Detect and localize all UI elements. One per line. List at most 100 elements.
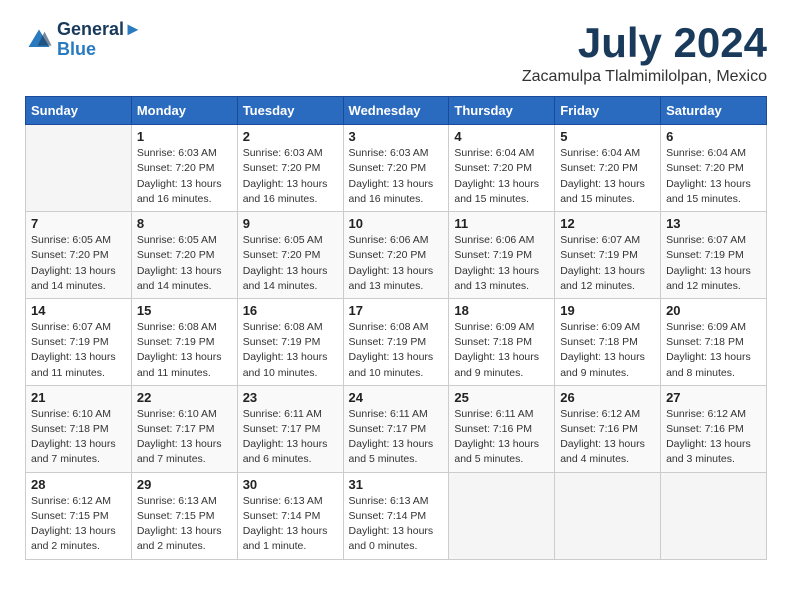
logo: General► Blue — [25, 20, 142, 60]
day-cell: 10 Sunrise: 6:06 AMSunset: 7:20 PMDayligh… — [343, 212, 449, 299]
day-number: 8 — [137, 216, 232, 231]
day-cell: 25 Sunrise: 6:11 AMSunset: 7:16 PMDayligh… — [449, 385, 555, 472]
day-info: Sunrise: 6:03 AMSunset: 7:20 PMDaylight:… — [243, 146, 338, 207]
day-cell: 4 Sunrise: 6:04 AMSunset: 7:20 PMDaylight… — [449, 125, 555, 212]
title-section: July 2024 Zacamulpa Tlalmimilolpan, Mexi… — [522, 20, 767, 86]
day-info: Sunrise: 6:09 AMSunset: 7:18 PMDaylight:… — [560, 320, 655, 381]
day-cell — [555, 472, 661, 559]
day-number: 31 — [349, 477, 444, 492]
day-cell: 27 Sunrise: 6:12 AMSunset: 7:16 PMDayligh… — [661, 385, 767, 472]
day-info: Sunrise: 6:13 AMSunset: 7:14 PMDaylight:… — [349, 494, 444, 555]
day-cell: 30 Sunrise: 6:13 AMSunset: 7:14 PMDayligh… — [237, 472, 343, 559]
day-cell: 9Sunrise: 6:05 AMSunset: 7:20 PMDaylight… — [237, 212, 343, 299]
day-number: 7 — [31, 216, 126, 231]
day-cell: 20 Sunrise: 6:09 AMSunset: 7:18 PMDayligh… — [661, 298, 767, 385]
day-number: 22 — [137, 390, 232, 405]
week-row-4: 21 Sunrise: 6:10 AMSunset: 7:18 PMDayligh… — [26, 385, 767, 472]
day-info: Sunrise: 6:13 AMSunset: 7:14 PMDaylight:… — [243, 494, 338, 555]
day-cell: 12 Sunrise: 6:07 AMSunset: 7:19 PMDayligh… — [555, 212, 661, 299]
day-number: 5 — [560, 129, 655, 144]
day-info: Sunrise: 6:12 AMSunset: 7:15 PMDaylight:… — [31, 494, 126, 555]
day-cell: 23 Sunrise: 6:11 AMSunset: 7:17 PMDayligh… — [237, 385, 343, 472]
day-info: Sunrise: 6:07 AMSunset: 7:19 PMDaylight:… — [666, 233, 761, 294]
week-row-2: 7 Sunrise: 6:05 AMSunset: 7:20 PMDaylight… — [26, 212, 767, 299]
calendar-table: SundayMondayTuesdayWednesdayThursdayFrid… — [25, 96, 767, 559]
day-info: Sunrise: 6:05 AMSunset: 7:20 PMDaylight:… — [243, 233, 338, 294]
day-info: Sunrise: 6:03 AMSunset: 7:20 PMDaylight:… — [349, 146, 444, 207]
day-number: 28 — [31, 477, 126, 492]
day-cell: 14 Sunrise: 6:07 AMSunset: 7:19 PMDayligh… — [26, 298, 132, 385]
day-cell: 29Sunrise: 6:13 AMSunset: 7:15 PMDayligh… — [131, 472, 237, 559]
day-info: Sunrise: 6:11 AMSunset: 7:16 PMDaylight:… — [454, 407, 549, 468]
day-cell: 18 Sunrise: 6:09 AMSunset: 7:18 PMDayligh… — [449, 298, 555, 385]
day-number: 12 — [560, 216, 655, 231]
day-cell: 8Sunrise: 6:05 AMSunset: 7:20 PMDaylight… — [131, 212, 237, 299]
day-info: Sunrise: 6:04 AMSunset: 7:20 PMDaylight:… — [454, 146, 549, 207]
day-number: 25 — [454, 390, 549, 405]
day-info: Sunrise: 6:12 AMSunset: 7:16 PMDaylight:… — [560, 407, 655, 468]
day-number: 24 — [349, 390, 444, 405]
day-cell: 17 Sunrise: 6:08 AMSunset: 7:19 PMDayligh… — [343, 298, 449, 385]
day-number: 13 — [666, 216, 761, 231]
day-cell — [449, 472, 555, 559]
day-info: Sunrise: 6:10 AMSunset: 7:18 PMDaylight:… — [31, 407, 126, 468]
day-number: 4 — [454, 129, 549, 144]
day-info: Sunrise: 6:04 AMSunset: 7:20 PMDaylight:… — [666, 146, 761, 207]
day-info: Sunrise: 6:10 AMSunset: 7:17 PMDaylight:… — [137, 407, 232, 468]
weekday-header-monday: Monday — [131, 97, 237, 125]
week-row-1: 1Sunrise: 6:03 AMSunset: 7:20 PMDaylight… — [26, 125, 767, 212]
day-info: Sunrise: 6:13 AMSunset: 7:15 PMDaylight:… — [137, 494, 232, 555]
day-number: 2 — [243, 129, 338, 144]
logo-icon — [25, 26, 53, 54]
day-cell: 6Sunrise: 6:04 AMSunset: 7:20 PMDaylight… — [661, 125, 767, 212]
day-number: 20 — [666, 303, 761, 318]
day-number: 27 — [666, 390, 761, 405]
day-number: 23 — [243, 390, 338, 405]
day-cell — [26, 125, 132, 212]
day-info: Sunrise: 6:11 AMSunset: 7:17 PMDaylight:… — [349, 407, 444, 468]
day-number: 16 — [243, 303, 338, 318]
day-info: Sunrise: 6:03 AMSunset: 7:20 PMDaylight:… — [137, 146, 232, 207]
day-cell: 28 Sunrise: 6:12 AMSunset: 7:15 PMDayligh… — [26, 472, 132, 559]
day-cell: 5 Sunrise: 6:04 AMSunset: 7:20 PMDaylight… — [555, 125, 661, 212]
day-number: 10 — [349, 216, 444, 231]
calendar-body: 1Sunrise: 6:03 AMSunset: 7:20 PMDaylight… — [26, 125, 767, 559]
day-info: Sunrise: 6:09 AMSunset: 7:18 PMDaylight:… — [666, 320, 761, 381]
week-row-3: 14 Sunrise: 6:07 AMSunset: 7:19 PMDayligh… — [26, 298, 767, 385]
day-info: Sunrise: 6:09 AMSunset: 7:18 PMDaylight:… — [454, 320, 549, 381]
day-cell: 7Sunrise: 6:05 AMSunset: 7:20 PMDaylight… — [26, 212, 132, 299]
day-info: Sunrise: 6:04 AMSunset: 7:20 PMDaylight:… — [560, 146, 655, 207]
day-cell: 1Sunrise: 6:03 AMSunset: 7:20 PMDaylight… — [131, 125, 237, 212]
day-cell: 26 Sunrise: 6:12 AMSunset: 7:16 PMDayligh… — [555, 385, 661, 472]
day-cell: 16 Sunrise: 6:08 AMSunset: 7:19 PMDayligh… — [237, 298, 343, 385]
day-number: 18 — [454, 303, 549, 318]
day-info: Sunrise: 6:06 AMSunset: 7:19 PMDaylight:… — [454, 233, 549, 294]
day-number: 17 — [349, 303, 444, 318]
day-info: Sunrise: 6:08 AMSunset: 7:19 PMDaylight:… — [349, 320, 444, 381]
weekday-header-saturday: Saturday — [661, 97, 767, 125]
day-cell: 2 Sunrise: 6:03 AMSunset: 7:20 PMDaylight… — [237, 125, 343, 212]
day-info: Sunrise: 6:08 AMSunset: 7:19 PMDaylight:… — [243, 320, 338, 381]
day-number: 21 — [31, 390, 126, 405]
day-info: Sunrise: 6:07 AMSunset: 7:19 PMDaylight:… — [31, 320, 126, 381]
day-info: Sunrise: 6:08 AMSunset: 7:19 PMDaylight:… — [137, 320, 232, 381]
weekday-header-wednesday: Wednesday — [343, 97, 449, 125]
day-number: 15 — [137, 303, 232, 318]
day-number: 14 — [31, 303, 126, 318]
day-info: Sunrise: 6:11 AMSunset: 7:17 PMDaylight:… — [243, 407, 338, 468]
day-info: Sunrise: 6:06 AMSunset: 7:20 PMDaylight:… — [349, 233, 444, 294]
weekday-header-friday: Friday — [555, 97, 661, 125]
logo-text: General► Blue — [57, 20, 142, 60]
day-number: 30 — [243, 477, 338, 492]
day-info: Sunrise: 6:12 AMSunset: 7:16 PMDaylight:… — [666, 407, 761, 468]
day-cell: 31 Sunrise: 6:13 AMSunset: 7:14 PMDayligh… — [343, 472, 449, 559]
day-number: 3 — [349, 129, 444, 144]
location-title: Zacamulpa Tlalmimilolpan, Mexico — [522, 68, 767, 86]
day-number: 11 — [454, 216, 549, 231]
month-title: July 2024 — [522, 20, 767, 66]
day-info: Sunrise: 6:07 AMSunset: 7:19 PMDaylight:… — [560, 233, 655, 294]
day-number: 26 — [560, 390, 655, 405]
day-cell: 13 Sunrise: 6:07 AMSunset: 7:19 PMDayligh… — [661, 212, 767, 299]
day-number: 19 — [560, 303, 655, 318]
day-cell: 24 Sunrise: 6:11 AMSunset: 7:17 PMDayligh… — [343, 385, 449, 472]
